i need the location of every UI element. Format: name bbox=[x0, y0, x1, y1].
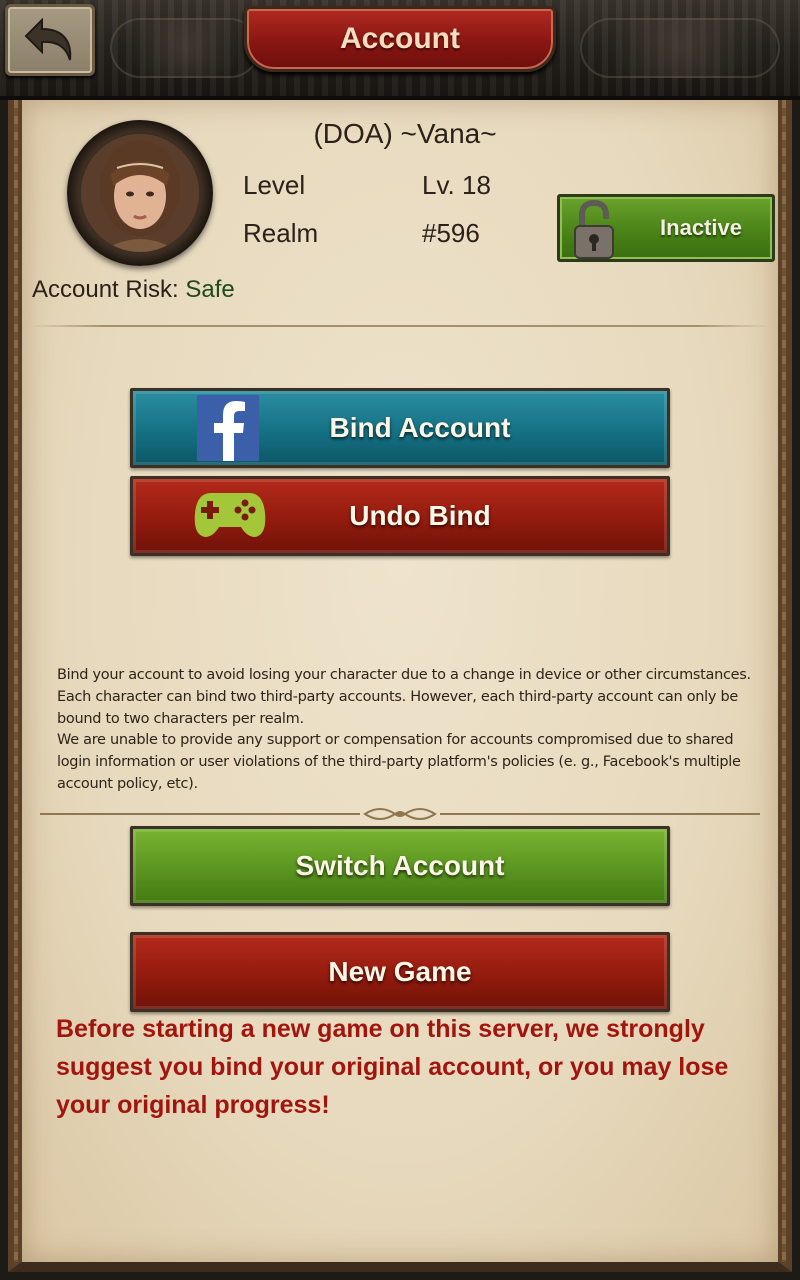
facebook-icon bbox=[197, 395, 259, 461]
level-label: Level bbox=[243, 170, 306, 200]
new-game-button[interactable]: New Game bbox=[130, 932, 670, 1012]
ornament-right bbox=[580, 18, 780, 78]
undo-bind-label: Undo Bind bbox=[349, 500, 491, 531]
page-title: Account bbox=[340, 22, 460, 55]
account-lock-button[interactable]: Inactive bbox=[557, 194, 775, 262]
new-game-warning: Before starting a new game on this serve… bbox=[56, 1015, 729, 1119]
ornamental-divider bbox=[40, 808, 760, 820]
divider bbox=[30, 325, 770, 327]
risk-label: Account Risk: bbox=[32, 276, 179, 303]
realm-label: Realm bbox=[243, 218, 319, 248]
bind-account-button[interactable]: Bind Account bbox=[130, 388, 670, 468]
bind-account-label: Bind Account bbox=[329, 412, 511, 443]
realm-value: #596 bbox=[422, 218, 480, 248]
lock-status-label: Inactive bbox=[660, 215, 742, 240]
level-value: Lv. 18 bbox=[422, 170, 491, 200]
new-game-label: New Game bbox=[328, 956, 472, 987]
avatar bbox=[81, 134, 199, 252]
portrait-image bbox=[81, 134, 199, 252]
ornament-left bbox=[110, 18, 260, 78]
player-name: (DOA) ~Vana~ bbox=[313, 118, 497, 149]
risk-value: Safe bbox=[185, 276, 235, 303]
account-risk: Account Risk: Safe bbox=[32, 276, 235, 304]
padlock-icon bbox=[574, 199, 614, 259]
gamepad-icon bbox=[194, 493, 266, 537]
title-banner: Account bbox=[244, 6, 556, 72]
undo-bind-button[interactable]: Undo Bind bbox=[130, 476, 670, 556]
back-button[interactable] bbox=[5, 4, 95, 76]
disclaimer-text: We are unable to provide any support or … bbox=[57, 732, 741, 792]
switch-account-button[interactable]: Switch Account bbox=[130, 826, 670, 906]
bind-info-text: Bind your account to avoid losing your c… bbox=[57, 667, 751, 727]
back-arrow-icon bbox=[24, 17, 72, 61]
switch-account-label: Switch Account bbox=[295, 850, 505, 881]
